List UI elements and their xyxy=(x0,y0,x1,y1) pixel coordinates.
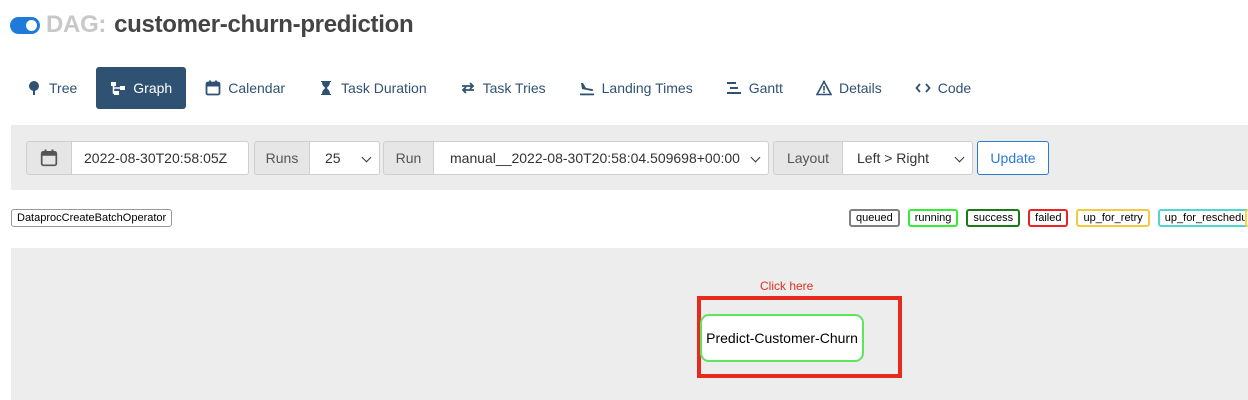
tab-graph-label: Graph xyxy=(133,80,173,96)
code-icon xyxy=(915,80,931,96)
view-tabs: Tree Graph Calendar Task Duration Task T… xyxy=(12,67,990,109)
gantt-icon xyxy=(726,80,742,96)
tab-landing-times-label: Landing Times xyxy=(601,80,693,96)
warning-triangle-icon xyxy=(815,80,832,96)
run-select[interactable]: manual__2022-08-30T20:58:04.509698+00:00 xyxy=(434,141,769,175)
execution-date-input[interactable]: 2022-08-30T20:58:05Z xyxy=(72,141,249,175)
tab-task-tries-label: Task Tries xyxy=(482,80,546,96)
runs-select[interactable]: 25 xyxy=(310,141,380,175)
legend-success[interactable]: success xyxy=(966,209,1021,227)
run-group: Run manual__2022-08-30T20:58:04.509698+0… xyxy=(383,141,769,175)
tab-landing-times[interactable]: Landing Times xyxy=(565,67,707,109)
tab-task-duration[interactable]: Task Duration xyxy=(304,67,441,109)
tab-task-duration-label: Task Duration xyxy=(341,80,427,96)
runs-label: Runs xyxy=(254,141,310,175)
layout-group: Layout Left > Right xyxy=(773,141,973,175)
task-node-predict-customer-churn[interactable]: Predict-Customer-Churn xyxy=(700,314,864,362)
run-label: Run xyxy=(383,141,434,175)
dag-prefix-label: DAG: xyxy=(46,11,107,38)
runs-group: Runs 25 xyxy=(254,141,380,175)
tab-calendar[interactable]: Calendar xyxy=(191,67,299,109)
legend-queued[interactable]: queued xyxy=(849,209,900,227)
legend-failed[interactable]: failed xyxy=(1028,209,1069,227)
date-picker-group: 2022-08-30T20:58:05Z xyxy=(26,141,249,175)
calendar-icon xyxy=(205,80,221,96)
calendar-icon xyxy=(40,149,58,167)
dag-graph-canvas[interactable]: Click here Predict-Customer-Churn xyxy=(11,248,1248,400)
tab-calendar-label: Calendar xyxy=(228,80,286,96)
dag-pause-toggle[interactable] xyxy=(10,16,40,34)
tab-code-label: Code xyxy=(937,80,972,96)
hourglass-icon xyxy=(318,80,334,96)
legend-up-for-reschedule[interactable]: up_for_reschedule xyxy=(1157,209,1248,227)
tab-gantt[interactable]: Gantt xyxy=(712,67,797,109)
tab-gantt-label: Gantt xyxy=(748,80,783,96)
tab-tree-label: Tree xyxy=(49,80,78,96)
tab-task-tries[interactable]: Task Tries xyxy=(446,67,560,109)
dag-id-title: customer-churn-prediction xyxy=(114,11,414,38)
graph-icon xyxy=(110,80,126,96)
update-button[interactable]: Update xyxy=(977,141,1049,175)
tab-details-label: Details xyxy=(838,80,882,96)
layout-select[interactable]: Left > Right xyxy=(843,141,973,175)
legend-running[interactable]: running xyxy=(907,209,959,227)
dag-title-row: DAG: customer-churn-prediction xyxy=(10,10,414,40)
tab-graph[interactable]: Graph xyxy=(96,67,187,109)
plane-landing-icon xyxy=(579,80,595,96)
graph-toolbar: 2022-08-30T20:58:05Z Runs 25 Run manual_… xyxy=(11,125,1248,190)
tab-code[interactable]: Code xyxy=(901,67,985,109)
tab-details[interactable]: Details xyxy=(802,67,896,109)
date-picker-button[interactable] xyxy=(26,141,72,175)
state-legend: queued running success failed up_for_ret… xyxy=(849,209,1248,227)
tab-tree[interactable]: Tree xyxy=(12,67,91,109)
tree-icon xyxy=(26,80,42,96)
operator-type-tag[interactable]: DataprocCreateBatchOperator xyxy=(11,209,173,227)
layout-label: Layout xyxy=(773,141,843,175)
legend-up-for-retry[interactable]: up_for_retry xyxy=(1076,209,1150,227)
click-here-annotation: Click here xyxy=(760,279,814,293)
retry-icon xyxy=(460,80,476,96)
